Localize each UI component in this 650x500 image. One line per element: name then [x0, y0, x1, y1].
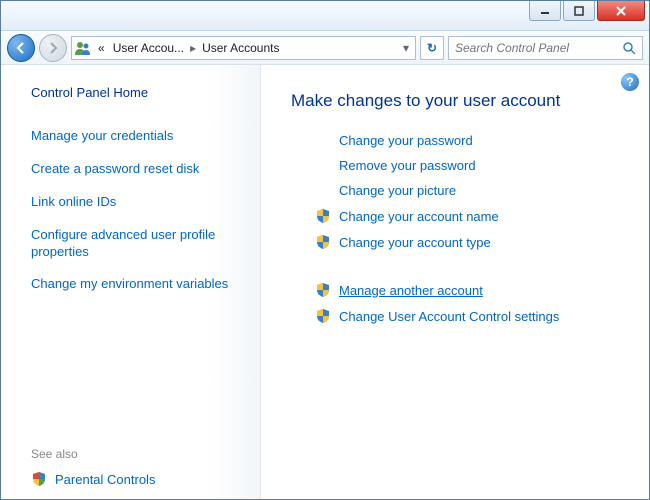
help-button[interactable]: ? [621, 73, 639, 91]
breadcrumb-parent-chevron[interactable]: « [94, 41, 109, 55]
sidebar-link-credentials[interactable]: Manage your credentials [31, 128, 242, 145]
action-remove-password[interactable]: Remove your password [315, 158, 631, 173]
sidebar-link-password-reset[interactable]: Create a password reset disk [31, 161, 242, 178]
breadcrumb-separator: ▸ [188, 41, 198, 55]
back-button[interactable] [7, 34, 35, 62]
content-body: Control Panel Home Manage your credentia… [1, 65, 649, 499]
action-change-picture[interactable]: Change your picture [315, 183, 631, 198]
sidebar-link-online-ids[interactable]: Link online IDs [31, 194, 242, 211]
window: « User Accou... ▸ User Accounts ▾ ↻ Cont… [0, 0, 650, 500]
shield-icon [315, 208, 331, 224]
user-accounts-icon [72, 40, 94, 56]
minimize-button[interactable] [529, 1, 561, 21]
shield-icon [315, 234, 331, 250]
close-button[interactable] [597, 1, 645, 21]
shield-icon [315, 308, 331, 324]
sidebar-link-environment-vars[interactable]: Change my environment variables [31, 276, 242, 293]
refresh-button[interactable]: ↻ [420, 36, 444, 60]
sidebar: Control Panel Home Manage your credentia… [1, 65, 261, 499]
search-box[interactable] [448, 36, 643, 60]
search-icon [622, 41, 636, 55]
shield-icon [31, 471, 47, 487]
see-also-label: See also [31, 447, 242, 461]
parental-controls-link[interactable]: Parental Controls [31, 471, 242, 487]
titlebar [1, 1, 649, 31]
address-dropdown[interactable]: ▾ [401, 41, 415, 55]
search-input[interactable] [455, 41, 622, 55]
maximize-button[interactable] [563, 1, 595, 21]
parental-controls-label: Parental Controls [55, 472, 155, 487]
forward-button[interactable] [39, 34, 67, 62]
breadcrumb-level2[interactable]: User Accounts [198, 41, 283, 55]
action-change-uac-settings[interactable]: Change User Account Control settings [315, 308, 631, 324]
action-change-account-name[interactable]: Change your account name [315, 208, 631, 224]
action-list: Change your password Remove your passwor… [315, 133, 631, 324]
page-heading: Make changes to your user account [291, 91, 631, 111]
breadcrumb-level1[interactable]: User Accou... [109, 41, 188, 55]
shield-icon [315, 282, 331, 298]
main-panel: ? Make changes to your user account Chan… [261, 65, 649, 499]
address-bar[interactable]: « User Accou... ▸ User Accounts ▾ [71, 36, 416, 60]
action-change-account-type[interactable]: Change your account type [315, 234, 631, 250]
action-change-password[interactable]: Change your password [315, 133, 631, 148]
control-panel-home-link[interactable]: Control Panel Home [31, 85, 242, 100]
action-manage-another-account[interactable]: Manage another account [315, 282, 631, 298]
navigation-bar: « User Accou... ▸ User Accounts ▾ ↻ [1, 31, 649, 65]
sidebar-link-profile-properties[interactable]: Configure advanced user profile properti… [31, 227, 242, 261]
